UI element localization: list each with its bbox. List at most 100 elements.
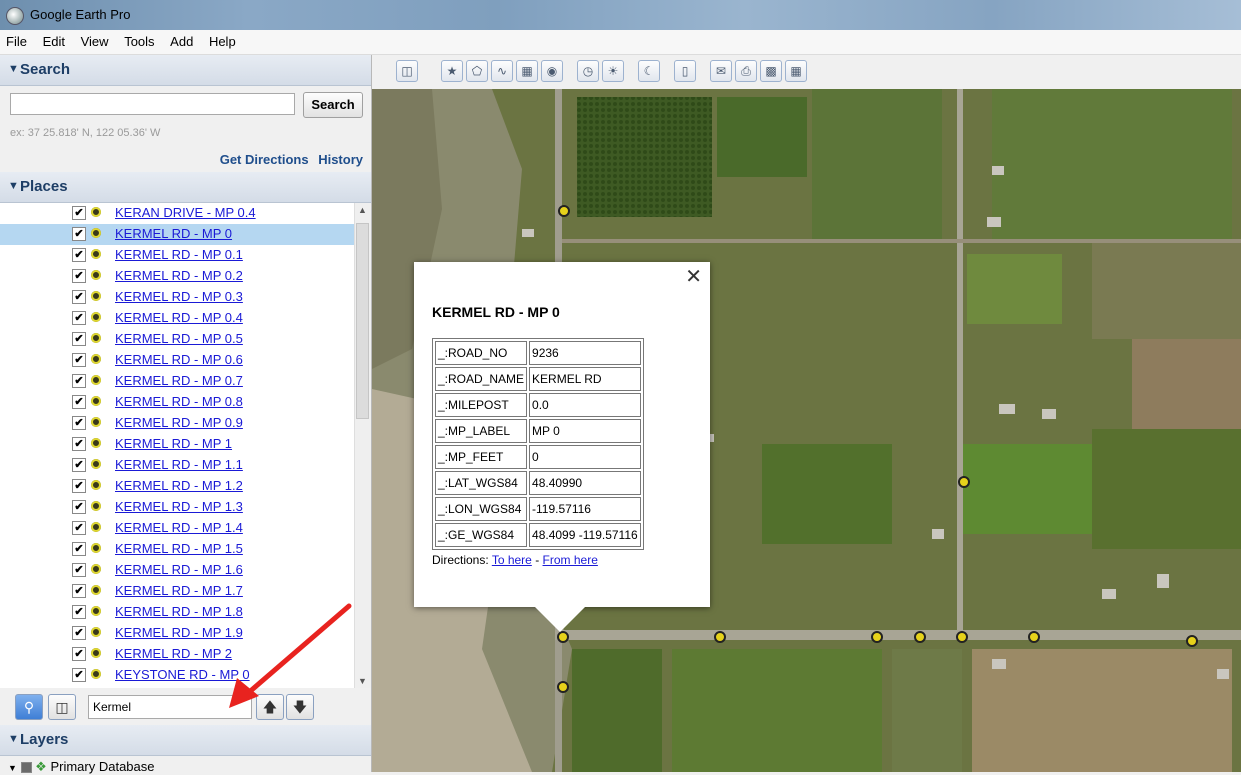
place-checkbox[interactable]: ✔ <box>72 206 86 220</box>
sidebar-toggle-button[interactable]: ◫ <box>396 60 418 82</box>
list-item[interactable]: ✔ KERMEL RD - MP 0.9 <box>0 413 354 434</box>
from-here-link[interactable]: From here <box>543 553 598 567</box>
place-label[interactable]: KERMEL RD - MP 0.8 <box>115 394 243 409</box>
place-label[interactable]: KERAN DRIVE - MP 0.4 <box>115 205 256 220</box>
menu-file[interactable]: File <box>0 30 33 49</box>
place-checkbox[interactable]: ✔ <box>72 479 86 493</box>
list-item[interactable]: ✔ KERMEL RD - MP 0.7 <box>0 371 354 392</box>
place-checkbox[interactable]: ✔ <box>72 458 86 472</box>
place-label[interactable]: KERMEL RD - MP 0 <box>115 226 232 241</box>
list-item[interactable]: ✔ KERMEL RD - MP 1.3 <box>0 497 354 518</box>
historical-imagery-button[interactable]: ◷ <box>577 60 599 82</box>
place-checkbox[interactable]: ✔ <box>72 626 86 640</box>
place-label[interactable]: KERMEL RD - MP 0.9 <box>115 415 243 430</box>
place-label[interactable]: KERMEL RD - MP 1.2 <box>115 478 243 493</box>
print-button[interactable]: ⎙ <box>735 60 757 82</box>
add-polygon-button[interactable]: ⬠ <box>466 60 488 82</box>
list-item[interactable]: ✔ KERMEL RD - MP 1.2 <box>0 476 354 497</box>
view-in-maps-button[interactable]: ▦ <box>785 60 807 82</box>
menu-add[interactable]: Add <box>164 30 199 49</box>
place-label[interactable]: KERMEL RD - MP 1.1 <box>115 457 243 472</box>
places-scrollbar[interactable]: ▲ ▼ <box>354 203 371 688</box>
list-item[interactable]: ✔ KERMEL RD - MP 0 <box>0 224 354 245</box>
layers-section-header[interactable]: ▼ Layers <box>0 725 371 756</box>
place-checkbox[interactable]: ✔ <box>72 605 86 619</box>
place-label[interactable]: KERMEL RD - MP 0.1 <box>115 247 243 262</box>
ruler-button[interactable]: ▯ <box>674 60 696 82</box>
place-checkbox[interactable]: ✔ <box>72 395 86 409</box>
close-icon[interactable]: ✕ <box>685 264 702 289</box>
to-here-link[interactable]: To here <box>492 553 532 567</box>
place-label[interactable]: KERMEL RD - MP 0.4 <box>115 310 243 325</box>
add-path-button[interactable]: ∿ <box>491 60 513 82</box>
search-input[interactable] <box>10 93 295 115</box>
planets-button[interactable]: ☾ <box>638 60 660 82</box>
place-checkbox[interactable]: ✔ <box>72 227 86 241</box>
list-item[interactable]: ✔ KERMEL RD - MP 0.1 <box>0 245 354 266</box>
list-item[interactable]: ✔ KERMEL RD - MP 0.2 <box>0 266 354 287</box>
place-label[interactable]: KERMEL RD - MP 1.6 <box>115 562 243 577</box>
place-label[interactable]: KERMEL RD - MP 0.7 <box>115 373 243 388</box>
add-placemark-button[interactable]: ★ <box>441 60 463 82</box>
layers-primary-database[interactable]: ▼ ❖ Primary Database <box>8 759 155 775</box>
place-checkbox[interactable]: ✔ <box>72 584 86 598</box>
place-checkbox[interactable]: ✔ <box>72 353 86 367</box>
menu-view[interactable]: View <box>75 30 115 49</box>
place-label[interactable]: KERMEL RD - MP 0.3 <box>115 289 243 304</box>
place-checkbox[interactable]: ✔ <box>72 290 86 304</box>
panel-toggle-button[interactable]: ◫ <box>48 694 76 720</box>
place-label[interactable]: KERMEL RD - MP 1.7 <box>115 583 243 598</box>
search-places-button[interactable]: ⚲ <box>15 694 43 720</box>
list-item[interactable]: ✔ KERMEL RD - MP 1 <box>0 434 354 455</box>
place-label[interactable]: KERMEL RD - MP 2 <box>115 646 232 661</box>
scroll-up-icon[interactable]: ▲ <box>358 205 367 215</box>
list-item[interactable]: ✔ KERMEL RD - MP 1.7 <box>0 581 354 602</box>
list-item[interactable]: ✔ KERMEL RD - MP 1.4 <box>0 518 354 539</box>
sunlight-button[interactable]: ☀ <box>602 60 624 82</box>
scrollbar-thumb[interactable] <box>356 223 369 419</box>
list-item[interactable]: ✔ KERMEL RD - MP 0.5 <box>0 329 354 350</box>
list-item[interactable]: ✔ KERMEL RD - MP 0.8 <box>0 392 354 413</box>
list-item[interactable]: ✔ KERMEL RD - MP 1.5 <box>0 539 354 560</box>
place-label[interactable]: KERMEL RD - MP 1.5 <box>115 541 243 556</box>
email-button[interactable]: ✉ <box>710 60 732 82</box>
place-checkbox[interactable]: ✔ <box>72 311 86 325</box>
place-label[interactable]: KERMEL RD - MP 1.3 <box>115 499 243 514</box>
layer-checkbox[interactable] <box>20 762 32 774</box>
list-item[interactable]: ✔ KERMEL RD - MP 0.6 <box>0 350 354 371</box>
place-checkbox[interactable]: ✔ <box>72 437 86 451</box>
place-checkbox[interactable]: ✔ <box>72 521 86 535</box>
place-checkbox[interactable]: ✔ <box>72 332 86 346</box>
place-checkbox[interactable]: ✔ <box>72 416 86 430</box>
place-label[interactable]: KERMEL RD - MP 1 <box>115 436 232 451</box>
places-section-header[interactable]: ▼ Places <box>0 172 371 203</box>
list-item[interactable]: ✔ KERMEL RD - MP 1.1 <box>0 455 354 476</box>
place-checkbox[interactable]: ✔ <box>72 374 86 388</box>
get-directions-link[interactable]: Get Directions <box>220 152 309 167</box>
list-item[interactable]: ✔ KERAN DRIVE - MP 0.4 <box>0 203 354 224</box>
place-label[interactable]: KERMEL RD - MP 1.4 <box>115 520 243 535</box>
place-label[interactable]: KERMEL RD - MP 0.6 <box>115 352 243 367</box>
place-checkbox[interactable]: ✔ <box>72 500 86 514</box>
place-checkbox[interactable]: ✔ <box>72 563 86 577</box>
place-checkbox[interactable]: ✔ <box>72 668 86 682</box>
place-checkbox[interactable]: ✔ <box>72 269 86 283</box>
list-item[interactable]: ✔ KERMEL RD - MP 0.4 <box>0 308 354 329</box>
place-label[interactable]: KERMEL RD - MP 1.8 <box>115 604 243 619</box>
menu-edit[interactable]: Edit <box>37 30 71 49</box>
history-link[interactable]: History <box>318 152 363 167</box>
place-label[interactable]: KERMEL RD - MP 0.2 <box>115 268 243 283</box>
place-label[interactable]: KERMEL RD - MP 1.9 <box>115 625 243 640</box>
list-item[interactable]: ✔ KERMEL RD - MP 0.3 <box>0 287 354 308</box>
search-button[interactable]: Search <box>303 92 363 118</box>
menu-tools[interactable]: Tools <box>118 30 160 49</box>
place-checkbox[interactable]: ✔ <box>72 542 86 556</box>
list-item[interactable]: ✔ KERMEL RD - MP 1.6 <box>0 560 354 581</box>
save-image-button[interactable]: ▩ <box>760 60 782 82</box>
record-tour-button[interactable]: ◉ <box>541 60 563 82</box>
search-section-header[interactable]: ▼ Search <box>0 55 371 86</box>
place-label[interactable]: KERMEL RD - MP 0.5 <box>115 331 243 346</box>
add-image-overlay-button[interactable]: ▦ <box>516 60 538 82</box>
menu-help[interactable]: Help <box>203 30 242 49</box>
place-checkbox[interactable]: ✔ <box>72 647 86 661</box>
